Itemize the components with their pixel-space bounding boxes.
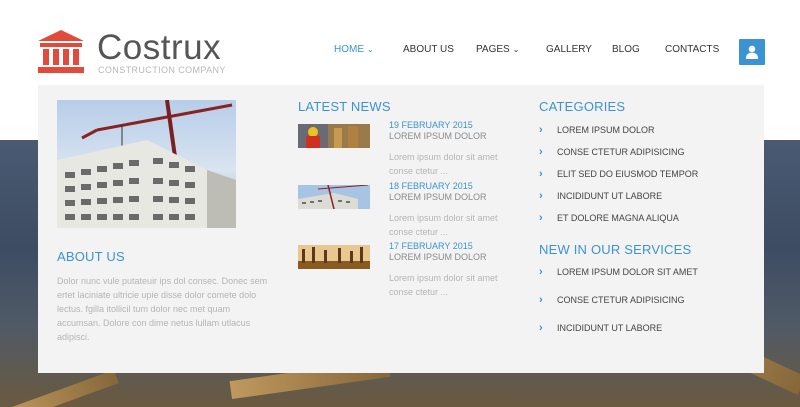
news-item: 17 FEBRUARY 2015 LOREM IPSUM DOLOR Lorem…: [298, 241, 498, 301]
brand-subtitle: CONSTRUCTION COMPANY: [98, 65, 226, 75]
news-date[interactable]: 17 FEBRUARY 2015: [389, 241, 473, 251]
user-icon: [746, 45, 758, 59]
category-label: CONSE CTETUR ADIPISICING: [557, 147, 685, 157]
hero-beam: [1, 369, 119, 407]
category-label: LOREM IPSUM DOLOR: [557, 125, 655, 135]
about-us-text: Dolor nunc vule putateuir ips dol consec…: [57, 276, 268, 342]
chevron-down-icon: ⌄: [367, 45, 374, 54]
news-thumbnail[interactable]: [298, 185, 370, 209]
chevron-right-icon: ›: [539, 266, 543, 278]
news-title[interactable]: LOREM IPSUM DOLOR: [389, 192, 487, 202]
news-excerpt: Lorem ipsum dolor sit amet conse ctetur …: [389, 213, 498, 237]
brand-title[interactable]: Costrux: [97, 28, 221, 68]
category-label: ET DOLORE MAGNA ALIQUA: [557, 213, 679, 223]
nav-item-pages[interactable]: PAGES ⌄: [476, 44, 519, 55]
chevron-right-icon: ›: [539, 190, 543, 202]
user-account-button[interactable]: [739, 39, 765, 65]
chevron-down-icon: ⌄: [512, 45, 520, 54]
chevron-right-icon: ›: [539, 212, 543, 224]
bank-logo-icon[interactable]: [38, 30, 84, 74]
nav-item-label: GALLERY: [546, 44, 592, 55]
service-link[interactable]: › CONSE CTETUR ADIPISICING: [539, 294, 685, 306]
nav-item-label: BLOG: [612, 44, 640, 55]
chevron-right-icon: ›: [539, 146, 543, 158]
category-link[interactable]: › CONSE CTETUR ADIPISICING: [539, 146, 685, 158]
categories-heading: CATEGORIES: [539, 99, 626, 114]
chevron-right-icon: ›: [539, 294, 543, 306]
nav-item-about-us[interactable]: ABOUT US: [403, 44, 454, 55]
news-excerpt: Lorem ipsum dolor sit amet conse ctetur …: [389, 273, 498, 297]
site-header: Costrux CONSTRUCTION COMPANY HOME ⌄ ABOUT…: [0, 0, 800, 88]
nav-item-gallery[interactable]: GALLERY: [546, 44, 592, 55]
about-us-heading: ABOUT US: [57, 249, 125, 264]
home-dropdown-menu: ABOUT US Dolor nunc vule putateuir ips d…: [38, 85, 764, 373]
nav-item-label: PAGES: [476, 44, 510, 55]
news-title[interactable]: LOREM IPSUM DOLOR: [389, 131, 487, 141]
services-heading: NEW IN OUR SERVICES: [539, 242, 692, 257]
nav-item-blog[interactable]: BLOG: [612, 44, 640, 55]
category-link[interactable]: › ELIT SED DO EIUSMOD TEMPOR: [539, 168, 698, 180]
category-link[interactable]: › LOREM IPSUM DOLOR: [539, 124, 655, 136]
news-thumbnail[interactable]: [298, 124, 370, 148]
nav-item-contacts[interactable]: CONTACTS: [665, 44, 719, 55]
category-link[interactable]: › INCIDIDUNT UT LABORE: [539, 190, 662, 202]
news-excerpt: Lorem ipsum dolor sit amet conse ctetur …: [389, 152, 498, 176]
news-item: 19 FEBRUARY 2015 LOREM IPSUM DOLOR Lorem…: [298, 120, 498, 180]
nav-item-home[interactable]: HOME ⌄: [334, 44, 374, 55]
news-date[interactable]: 19 FEBRUARY 2015: [389, 120, 473, 130]
nav-item-label: HOME: [334, 44, 364, 55]
news-title[interactable]: LOREM IPSUM DOLOR: [389, 252, 487, 262]
chevron-right-icon: ›: [539, 322, 543, 334]
service-link[interactable]: › LOREM IPSUM DOLOR SIT AMET: [539, 266, 698, 278]
service-link[interactable]: › INCIDIDUNT UT LABORE: [539, 322, 662, 334]
category-link[interactable]: › ET DOLORE MAGNA ALIQUA: [539, 212, 679, 224]
chevron-right-icon: ›: [539, 168, 543, 180]
category-label: ELIT SED DO EIUSMOD TEMPOR: [557, 169, 699, 179]
news-item: 18 FEBRUARY 2015 LOREM IPSUM DOLOR Lorem…: [298, 181, 498, 241]
category-label: INCIDIDUNT UT LABORE: [557, 191, 663, 201]
news-thumbnail[interactable]: [298, 245, 370, 269]
nav-item-label: CONTACTS: [665, 44, 720, 55]
latest-news-heading: LATEST NEWS: [298, 99, 391, 114]
news-date[interactable]: 18 FEBRUARY 2015: [389, 181, 473, 191]
service-label: CONSE CTETUR ADIPISICING: [557, 295, 685, 305]
nav-item-label: ABOUT US: [403, 44, 454, 55]
chevron-right-icon: ›: [539, 124, 543, 136]
service-label: INCIDIDUNT UT LABORE: [557, 323, 663, 333]
building-crane-image[interactable]: [57, 100, 236, 228]
service-label: LOREM IPSUM DOLOR SIT AMET: [557, 267, 698, 277]
